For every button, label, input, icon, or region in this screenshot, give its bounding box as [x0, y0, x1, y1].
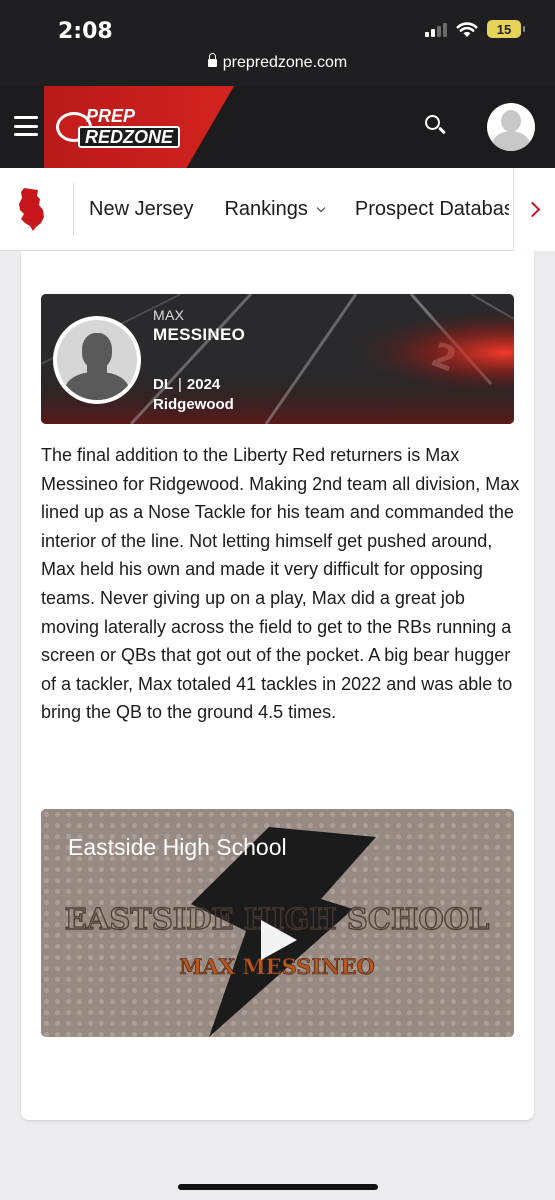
play-icon[interactable] — [261, 920, 297, 960]
address-bar[interactable]: prepredzone.com — [0, 53, 555, 72]
player-banner[interactable]: 2 MAX MESSINEO DL|2024 Ridgewood — [41, 294, 514, 424]
video-title: Eastside High School — [68, 834, 287, 860]
nav-scroll-right-button[interactable] — [513, 168, 555, 251]
chevron-right-icon — [524, 201, 541, 218]
player-position-class: DL | 2024 — [153, 376, 220, 393]
search-icon[interactable] — [424, 114, 448, 138]
menu-icon[interactable] — [14, 116, 38, 136]
player-class-year: 2024 — [186, 376, 221, 393]
new-jersey-state-icon[interactable] — [16, 186, 48, 232]
player-last-name: MESSINEO — [153, 325, 246, 344]
nav-item-rankings[interactable]: Rankings — [224, 198, 326, 221]
logo-text-redzone: REDZONE — [78, 126, 181, 148]
video-player[interactable]: EASTSIDE HIGH SCHOOL MAX MESSINEO Eastsi… — [41, 809, 514, 1037]
site-header: PREP REDZONE — [0, 86, 555, 168]
chevron-down-icon — [316, 203, 326, 212]
player-first-name: MAX — [153, 307, 185, 323]
browser-chrome: 2:08 15 prepredzone.com — [0, 0, 555, 86]
home-indicator[interactable] — [178, 1184, 378, 1190]
status-time: 2:08 — [58, 19, 113, 44]
lock-icon — [207, 53, 217, 67]
nav-items: New Jersey Rankings Prospect Database — [89, 168, 509, 251]
player-position: DL — [153, 376, 173, 393]
player-school: Ridgewood — [153, 396, 234, 413]
cellular-signal-icon — [425, 21, 447, 37]
section-nav: New Jersey Rankings Prospect Database — [0, 168, 555, 251]
logo-text-prep: PREP — [86, 106, 136, 126]
nav-divider — [73, 182, 74, 236]
wifi-icon — [456, 21, 478, 37]
nav-item-prospect-database[interactable]: Prospect Database — [355, 198, 509, 221]
article-body: The final addition to the Liberty Red re… — [41, 445, 520, 723]
user-avatar-icon[interactable] — [487, 103, 535, 151]
nav-item-new-jersey[interactable]: New Jersey — [89, 198, 193, 221]
player-photo-placeholder-icon — [53, 316, 141, 404]
battery-icon: 15 — [487, 20, 525, 38]
article-card: 2 MAX MESSINEO DL|2024 Ridgewood The fin… — [21, 251, 534, 1120]
status-icons: 15 — [425, 20, 525, 38]
site-logo[interactable]: PREP REDZONE — [56, 106, 181, 148]
meta-separator: | — [178, 376, 182, 393]
url-text: prepredzone.com — [222, 54, 348, 71]
